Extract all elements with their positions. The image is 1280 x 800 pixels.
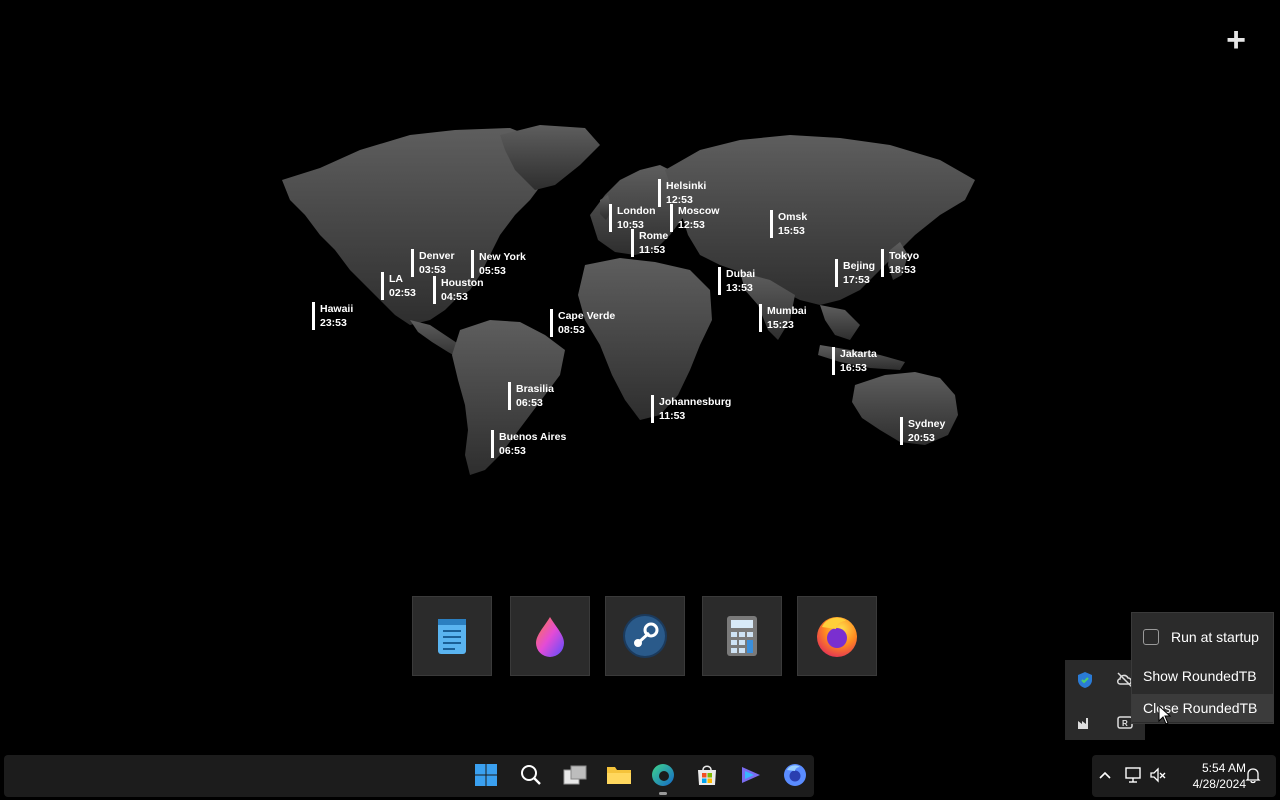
taskbar-rounded-segment (4, 755, 814, 797)
dock-steam[interactable] (605, 596, 685, 676)
defender-shield-icon[interactable] (1075, 670, 1095, 690)
city-time: 06:53 (516, 397, 543, 409)
city-time: 17:53 (843, 274, 870, 286)
city-tokyo: Tokyo 18:53 (881, 249, 919, 277)
edge-running-indicator (659, 792, 667, 795)
city-moscow: Moscow 12:53 (670, 204, 719, 232)
run-at-startup-label: Run at startup (1171, 629, 1259, 645)
city-time: 13:53 (726, 282, 753, 294)
city-time: 15:23 (767, 319, 794, 331)
city-name: Johannesburg (659, 396, 732, 408)
store-icon[interactable] (694, 762, 720, 788)
city-houston: Houston 04:53 (433, 276, 484, 304)
task-view-icon[interactable] (562, 762, 588, 788)
city-london: London 10:53 (609, 204, 655, 232)
city-cape-verde: Cape Verde 08:53 (550, 309, 615, 337)
city-name: Jakarta (840, 348, 877, 360)
run-at-startup-checkbox[interactable] (1143, 629, 1159, 645)
city-brasilia: Brasilia 06:53 (508, 382, 554, 410)
calculator-icon (727, 616, 757, 656)
search-icon[interactable] (518, 762, 544, 788)
city-name: Buenos Aires (499, 431, 567, 443)
city-name: Rome (639, 230, 669, 242)
add-city-button[interactable]: + (1220, 23, 1252, 57)
city-rome: Rome 11:53 (631, 229, 668, 257)
city-omsk: Omsk 15:53 (770, 210, 807, 238)
city-buenos-aires: Buenos Aires 06:53 (491, 430, 566, 458)
city-name: Denver (419, 250, 455, 262)
taskbar (0, 752, 1280, 800)
city-time: 02:53 (389, 287, 416, 299)
city-name: London (617, 205, 656, 217)
city-name: Dubai (726, 268, 756, 280)
city-name: Hawaii (320, 303, 354, 315)
city-time: 06:53 (499, 445, 526, 457)
mouse-cursor-icon (1158, 705, 1172, 725)
city-name: Brasilia (516, 383, 554, 395)
network-icon[interactable] (1120, 762, 1146, 788)
city-dubai: Dubai 13:53 (718, 267, 755, 295)
city-time: 03:53 (419, 264, 446, 276)
city-denver: Denver 03:53 (411, 249, 455, 277)
city-name: New York (479, 251, 526, 263)
dock-calculator[interactable] (702, 596, 782, 676)
city-name: Cape Verde (558, 310, 616, 322)
copilot-icon[interactable] (738, 762, 764, 788)
run-at-startup-item[interactable]: Run at startup (1132, 623, 1273, 651)
city-name: Mumbai (767, 305, 807, 317)
firefox-taskbar-icon[interactable] (782, 762, 808, 788)
city-name: Omsk (778, 211, 808, 223)
clock-date: 4/28/2024 (1192, 777, 1246, 791)
city-johannesburg: Johannesburg 11:53 (651, 395, 731, 423)
city-jakarta: Jakarta 16:53 (832, 347, 877, 375)
firefox-icon (817, 617, 857, 657)
city-name: Tokyo (889, 250, 920, 262)
drop-app-icon (536, 617, 564, 657)
dock-notepad[interactable] (412, 596, 492, 676)
city-time: 11:53 (659, 410, 686, 422)
city-bejing: Bejing 17:53 (835, 259, 875, 287)
city-name: Moscow (678, 205, 720, 217)
city-time: 12:53 (678, 219, 705, 231)
city-helsinki: Helsinki 12:53 (658, 179, 706, 207)
southeast-asia-shape (820, 305, 860, 340)
chevron-up-icon[interactable] (1092, 762, 1118, 788)
speaker-muted-icon[interactable] (1145, 762, 1171, 788)
roundedtb-context-menu: Run at startup Show RoundedTB Close Roun… (1131, 612, 1274, 724)
city-time: 04:53 (441, 291, 468, 303)
city-time: 18:53 (889, 264, 916, 276)
city-time: 23:53 (320, 317, 347, 329)
city-name: Sydney (908, 418, 946, 430)
city-time: 08:53 (558, 324, 585, 336)
svg-text:R: R (1122, 719, 1128, 728)
clock-time: 5:54 AM (1201, 761, 1246, 775)
city-name: Houston (441, 277, 484, 289)
city-time: 20:53 (908, 432, 935, 444)
city-sydney: Sydney 20:53 (900, 417, 945, 445)
edge-icon[interactable] (650, 762, 676, 788)
city-name: Helsinki (666, 180, 707, 192)
city-name: Bejing (843, 260, 876, 272)
steam-icon (623, 614, 667, 658)
city-time: 15:53 (778, 225, 805, 237)
city-time: 05:53 (479, 265, 506, 277)
city-hawaii: Hawaii 23:53 (312, 302, 353, 330)
city-mumbai: Mumbai 15:23 (759, 304, 807, 332)
notepad-icon (438, 619, 466, 654)
factory-icon[interactable] (1075, 712, 1095, 732)
start-icon[interactable] (473, 762, 499, 788)
system-clock[interactable]: 5:54 AM 4/28/2024 (1176, 760, 1246, 792)
city-time: 11:53 (639, 244, 666, 256)
show-roundedtb-item[interactable]: Show RoundedTB (1132, 662, 1273, 690)
close-roundedtb-item[interactable]: Close RoundedTB (1132, 694, 1273, 722)
show-roundedtb-label: Show RoundedTB (1143, 668, 1257, 684)
dock-firefox[interactable] (797, 596, 877, 676)
city-new-york: New York 05:53 (471, 250, 526, 278)
dock-drop-app[interactable] (510, 596, 590, 676)
file-explorer-icon[interactable] (606, 762, 632, 788)
city-time: 16:53 (840, 362, 867, 374)
